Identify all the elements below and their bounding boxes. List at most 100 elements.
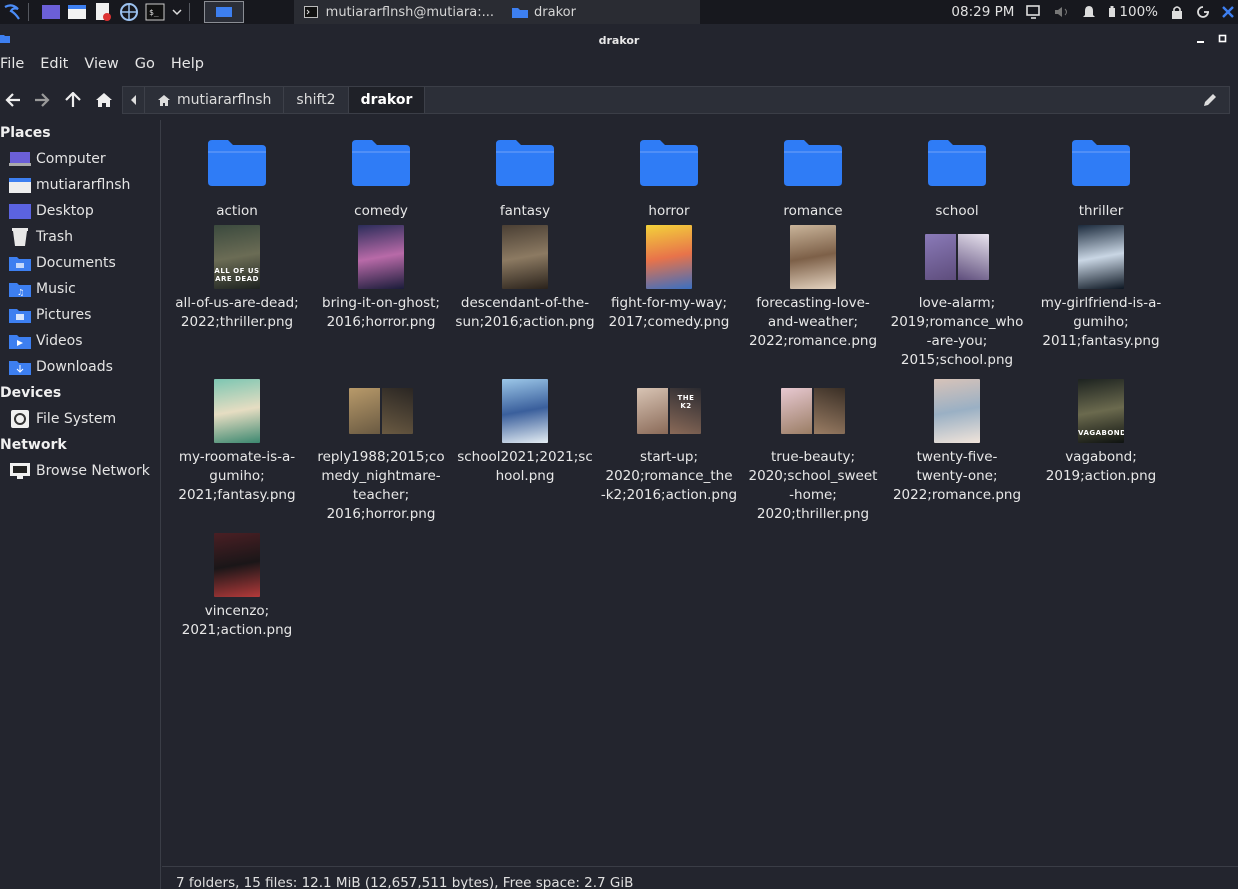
folder-label: thriller	[1078, 203, 1124, 219]
image-file-item[interactable]: fight-for-my-way; 2017;comedy.png	[597, 224, 741, 332]
image-file-item[interactable]: school2021;2021;sc hool.png	[453, 378, 597, 486]
terminal-launcher-icon[interactable]: $_	[145, 2, 165, 22]
thumbnail-frame	[214, 532, 260, 598]
sidebar-item-label: Music	[36, 281, 76, 297]
back-button[interactable]	[2, 86, 24, 114]
thumbnail-frame	[781, 378, 845, 444]
minimize-icon[interactable]	[1196, 34, 1206, 44]
folder-item[interactable]: school	[885, 134, 1029, 221]
path-crumb-label: drakor	[360, 92, 413, 108]
thumbnail-frame: ALL OF US ARE DEAD	[214, 224, 260, 290]
pictures-folder-icon	[8, 306, 32, 324]
thumbnail-caption: VAGABOND	[1078, 429, 1124, 437]
menu-file[interactable]: File	[0, 56, 31, 80]
panel-separator	[189, 3, 190, 21]
folder-item[interactable]: romance	[741, 134, 885, 221]
sidebar-item-computer[interactable]: Computer	[0, 146, 160, 172]
home-button[interactable]	[91, 86, 117, 114]
folder-item[interactable]: comedy	[309, 134, 453, 221]
computer-icon	[8, 150, 32, 168]
file-label: fight-for-my-way; 2017;comedy.png	[608, 295, 730, 330]
sidebar-item-label: File System	[36, 411, 117, 427]
menu-view[interactable]: View	[84, 56, 125, 80]
up-button[interactable]	[60, 86, 86, 114]
path-scroll-left-button[interactable]	[123, 87, 145, 113]
menu-help[interactable]: Help	[171, 56, 211, 80]
menu-go[interactable]: Go	[135, 56, 162, 80]
logout-icon[interactable]	[1196, 5, 1210, 19]
thumbnail-frame	[790, 224, 836, 290]
image-file-item[interactable]: THE K2 start-up; 2020;romance_the -k2;2016;…	[597, 378, 741, 505]
home-icon	[96, 93, 112, 107]
downloads-folder-icon	[8, 358, 32, 376]
path-crumb-drakor[interactable]: drakor	[348, 87, 426, 113]
edit-location-icon[interactable]	[1203, 93, 1217, 107]
folder-icon	[783, 134, 843, 192]
launcher-dropdown-icon[interactable]	[171, 2, 183, 22]
kali-dragon-icon[interactable]	[1222, 5, 1234, 19]
file-manager-launcher-icon[interactable]	[67, 2, 87, 22]
image-file-item[interactable]: my-girlfriend-is-a-gumiho; 2011;fantasy.p…	[1029, 224, 1173, 351]
status-bar: 7 folders, 15 files: 12.1 MiB (12,657,51…	[162, 866, 1238, 889]
sidebar-item-desktop[interactable]: Desktop	[0, 198, 160, 224]
folder-item[interactable]: fantasy	[453, 134, 597, 221]
image-file-item[interactable]: twenty-five-twenty-one; 2022;romance.png	[885, 378, 1029, 505]
clock[interactable]: 08:29 PM	[951, 4, 1014, 20]
folder-item[interactable]: action	[165, 134, 309, 221]
network-heading: Network	[0, 437, 67, 453]
folder-item[interactable]: horror	[597, 134, 741, 221]
image-file-item[interactable]: forecasting-love-and-weather; 2022;romanc…	[741, 224, 885, 351]
show-desktop-icon[interactable]	[41, 2, 61, 22]
image-file-item[interactable]: ALL OF US ARE DEAD all-of-us-are-dead; 202…	[165, 224, 309, 332]
maximize-icon[interactable]	[1218, 34, 1228, 44]
path-crumb-home[interactable]: mutiararflnsh	[145, 87, 285, 113]
sidebar-item-music[interactable]: ♫ Music	[0, 276, 160, 302]
path-crumb-shift2[interactable]: shift2	[284, 87, 349, 113]
battery-indicator[interactable]: 100%	[1108, 4, 1158, 20]
file-icon-view[interactable]: action comedy fantasy horror romance school th…	[162, 120, 1238, 864]
lock-screen-icon[interactable]	[1170, 5, 1184, 20]
sidebar-item-label: Pictures	[36, 307, 92, 323]
folder-label: horror	[648, 203, 690, 219]
home-icon	[158, 94, 170, 106]
image-file-item[interactable]: my-roomate-is-a-gumiho; 2021;fantasy.png	[165, 378, 309, 505]
display-icon[interactable]	[1026, 5, 1042, 19]
image-thumbnail	[358, 225, 404, 289]
browser-launcher-icon[interactable]	[119, 2, 139, 22]
volume-muted-icon[interactable]	[1054, 5, 1070, 19]
image-thumbnail: VAGABOND	[1078, 379, 1124, 443]
file-label: twenty-five-twenty-one; 2022;romance.png	[892, 449, 1022, 503]
sidebar-item-trash[interactable]: Trash	[0, 224, 160, 250]
window-titlebar[interactable]: drakor	[0, 26, 1238, 54]
image-file-item[interactable]: descendant-of-the-sun;2016;action.png	[453, 224, 597, 332]
files-task-button[interactable]: drakor	[504, 0, 700, 24]
sidebar: Places Computer mutiararflnsh Desktop Trash…	[0, 120, 161, 889]
arrow-left-icon	[5, 93, 20, 107]
sidebar-item-downloads[interactable]: Downloads	[0, 354, 160, 380]
trash-icon	[8, 228, 32, 246]
sidebar-item-documents[interactable]: Documents	[0, 250, 160, 276]
image-file-item[interactable]: bring-it-on-ghost; 2016;horror.png	[309, 224, 453, 332]
sidebar-item-file-system[interactable]: File System	[0, 406, 160, 432]
notifications-bell-icon[interactable]	[1082, 5, 1096, 19]
thumbnail-caption: ALL OF US ARE DEAD	[214, 267, 260, 283]
image-file-item[interactable]: vincenzo; 2021;action.png	[165, 532, 309, 640]
sidebar-item-pictures[interactable]: Pictures	[0, 302, 160, 328]
thumbnail-caption: THE K2	[677, 394, 695, 410]
kali-menu-icon[interactable]	[2, 2, 22, 22]
image-file-item[interactable]: reply1988;2015;co medy_nightmare-teacher;…	[309, 378, 453, 524]
image-file-item[interactable]: VAGABOND vagabond; 2019;action.png	[1029, 378, 1173, 486]
sidebar-item-browse-network[interactable]: Browse Network	[0, 458, 160, 484]
terminal-task-button[interactable]: mutiararflnsh@mutiara:...	[294, 0, 504, 24]
sidebar-item-videos[interactable]: Videos	[0, 328, 160, 354]
image-file-item[interactable]: love-alarm; 2019;romance_who -are-you; 2015…	[885, 224, 1029, 370]
drive-icon	[8, 410, 32, 428]
window-title: drakor	[598, 33, 640, 47]
forward-button[interactable]	[29, 86, 55, 114]
text-editor-launcher-icon[interactable]	[93, 2, 113, 22]
image-file-item[interactable]: true-beauty; 2020;school_sweet -home; 2020;…	[741, 378, 885, 524]
sidebar-item-mutiararflnsh[interactable]: mutiararflnsh	[0, 172, 160, 198]
workspace-1-button[interactable]	[204, 1, 244, 23]
folder-item[interactable]: thriller	[1029, 134, 1173, 221]
menu-edit[interactable]: Edit	[40, 56, 75, 80]
